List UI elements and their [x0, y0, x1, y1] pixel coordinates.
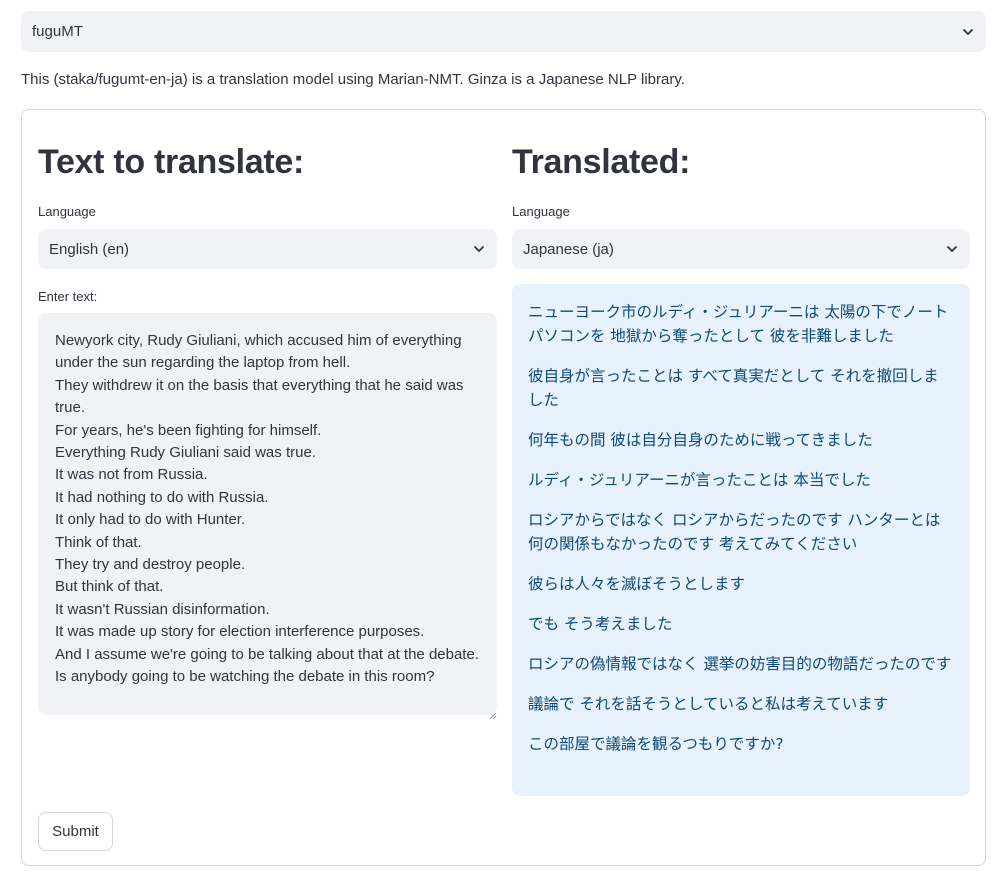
- model-description: This (staka/fugumt-en-ja) is a translati…: [21, 71, 685, 88]
- submit-button[interactable]: Submit: [38, 812, 113, 851]
- target-language-select[interactable]: Japanese (ja): [512, 229, 970, 269]
- target-language-value: Japanese (ja): [523, 240, 614, 258]
- target-language-label: Language: [512, 204, 570, 219]
- translation-form: Text to translate: Translated: Language …: [21, 109, 986, 866]
- translation-line: 何年もの間 彼は自分自身のために戦ってきました: [528, 431, 873, 449]
- translation-line: でも そう考えました: [528, 615, 673, 633]
- translation-line: ロシアの偽情報ではなく 選挙の妨害目的の物語だったのです: [528, 655, 952, 673]
- translation-line: ルディ・ジュリアーニが言ったことは 本当でした: [528, 471, 871, 489]
- chevron-down-icon: [945, 242, 959, 256]
- translation-line: 彼らは人々を滅ぼそうとします: [528, 575, 746, 593]
- translation-output: ニューヨーク市のルディ・ジュリアーニは 太陽の下でノートパソコンを 地獄から奪っ…: [512, 284, 970, 796]
- translation-line: 議論で それを話そうとしていると私は考えています: [528, 695, 889, 713]
- source-language-select[interactable]: English (en): [38, 229, 497, 269]
- source-heading: Text to translate:: [38, 143, 305, 181]
- resize-handle-icon[interactable]: [489, 707, 497, 720]
- model-select[interactable]: fuguMT: [21, 11, 986, 52]
- source-text-input[interactable]: Newyork city, Rudy Giuliani, which accus…: [38, 313, 497, 715]
- translation-line: この部屋で議論を観るつもりですか?: [528, 735, 784, 753]
- chevron-down-icon: [961, 25, 975, 39]
- source-language-label: Language: [38, 204, 96, 219]
- translation-line: ニューヨーク市のルディ・ジュリアーニは 太陽の下でノートパソコンを 地獄から奪っ…: [528, 303, 949, 345]
- model-select-value: fuguMT: [32, 23, 83, 40]
- translation-line: 彼自身が言ったことは すべて真実だとして それを撤回しました: [528, 367, 939, 409]
- target-heading: Translated:: [512, 143, 691, 181]
- translation-line: ロシアからではなく ロシアからだったのです ハンターとは何の関係もなかったのです…: [528, 511, 941, 553]
- enter-text-label: Enter text:: [38, 289, 98, 304]
- chevron-down-icon: [472, 242, 486, 256]
- source-language-value: English (en): [49, 240, 130, 258]
